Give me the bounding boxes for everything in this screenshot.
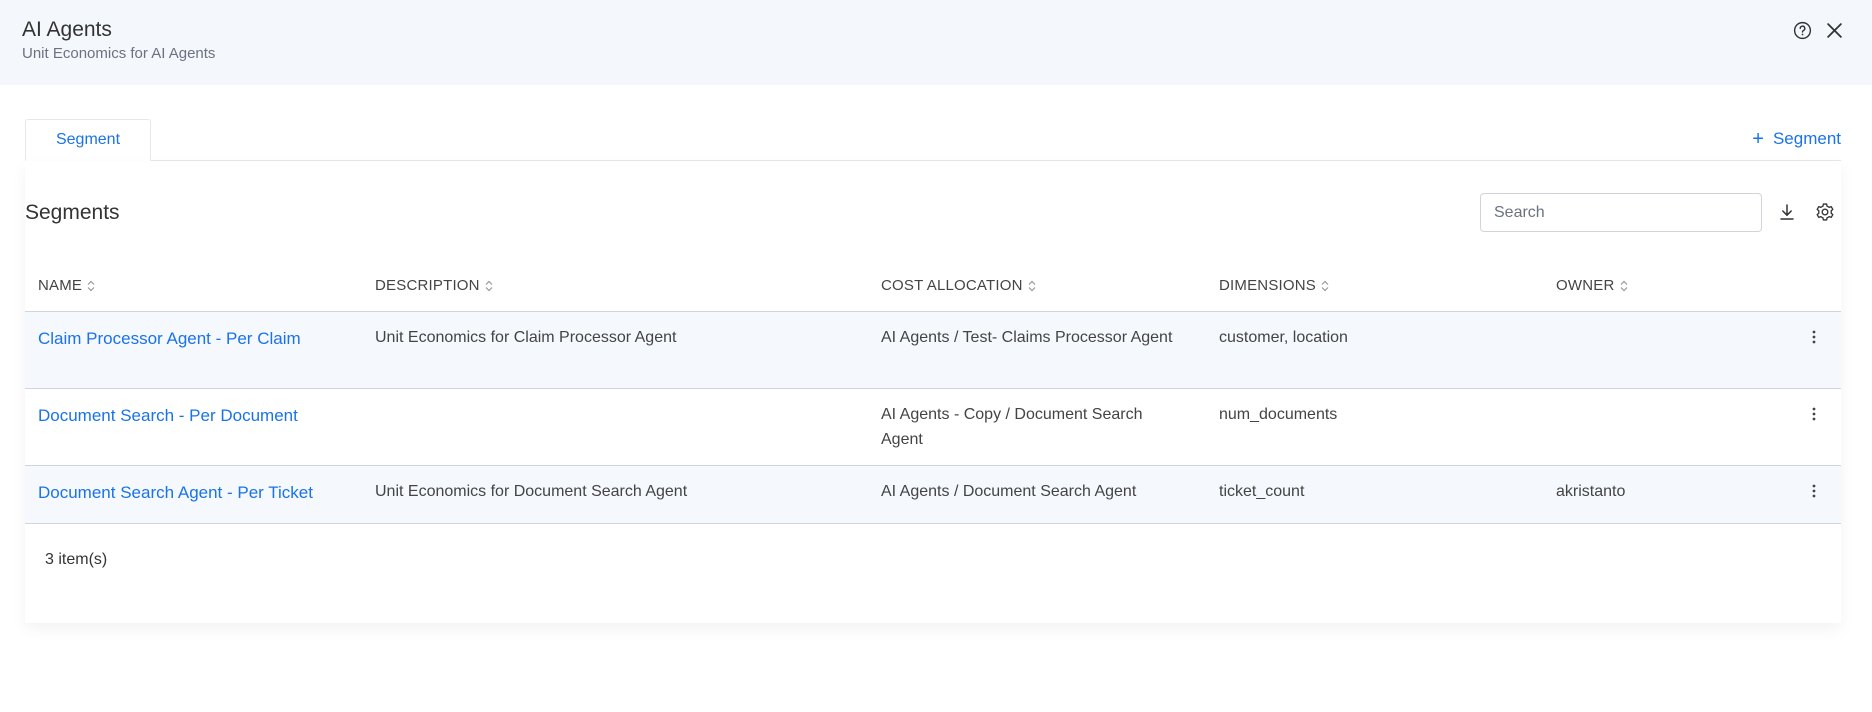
segment-description: Unit Economics for Claim Processor Agent: [375, 329, 677, 346]
table-header: NAME DESCRIPTION COST ALLOCATION DIMENSI…: [25, 259, 1841, 312]
row-actions-button[interactable]: [1804, 327, 1824, 347]
page-header: AI Agents Unit Economics for AI Agents: [0, 0, 1872, 85]
help-icon: [1793, 21, 1811, 39]
segment-name-link[interactable]: Claim Processor Agent - Per Claim: [38, 326, 301, 351]
table-row: Document Search Agent - Per Ticket Unit …: [25, 466, 1841, 524]
more-vertical-icon: [1812, 407, 1816, 421]
tab-segment[interactable]: Segment: [25, 119, 151, 161]
download-button[interactable]: [1776, 201, 1798, 223]
download-icon: [1780, 204, 1794, 220]
page-subtitle: Unit Economics for AI Agents: [22, 45, 216, 62]
tab-bar: Segment + Segment: [25, 119, 1841, 161]
segment-dimensions: ticket_count: [1219, 483, 1305, 500]
segments-card: Segments NAME DESCRIPTION COST ALLOCATIO…: [25, 161, 1841, 623]
more-vertical-icon: [1812, 484, 1816, 498]
segment-cost-allocation: AI Agents - Copy / Document Search Agent: [881, 406, 1143, 448]
settings-icon: [1816, 203, 1834, 221]
segments-title: Segments: [25, 201, 120, 224]
sort-icon: [1028, 280, 1036, 292]
segment-description: Unit Economics for Document Search Agent: [375, 483, 688, 500]
column-header-owner[interactable]: OWNER: [1556, 259, 1628, 312]
table-settings-button[interactable]: [1814, 201, 1836, 223]
column-header-cost-allocation[interactable]: COST ALLOCATION: [881, 259, 1036, 312]
search-input[interactable]: [1480, 193, 1762, 232]
column-header-dimensions[interactable]: DIMENSIONS: [1219, 259, 1329, 312]
row-actions-button[interactable]: [1804, 404, 1824, 424]
segment-owner: akristanto: [1556, 483, 1626, 500]
add-segment-label: Segment: [1772, 129, 1841, 148]
sort-icon: [1620, 280, 1628, 292]
segment-dimensions: num_documents: [1219, 406, 1338, 423]
segment-cost-allocation: AI Agents / Document Search Agent: [881, 483, 1137, 500]
sort-icon: [87, 280, 95, 292]
item-count: 3 item(s): [45, 551, 108, 568]
table-row: Claim Processor Agent - Per Claim Unit E…: [25, 312, 1841, 389]
segment-name-link[interactable]: Document Search Agent - Per Ticket: [38, 480, 313, 505]
table-row: Document Search - Per Document AI Agents…: [25, 389, 1841, 466]
row-actions-button[interactable]: [1804, 481, 1824, 501]
sort-icon: [485, 280, 493, 292]
column-header-name[interactable]: NAME: [38, 259, 95, 312]
page-title: AI Agents: [22, 18, 112, 41]
help-button[interactable]: [1791, 19, 1813, 41]
more-vertical-icon: [1812, 330, 1816, 344]
sort-icon: [1321, 280, 1329, 292]
plus-icon: +: [1752, 128, 1764, 150]
close-icon: [1826, 22, 1842, 38]
add-segment-button[interactable]: + Segment: [1752, 129, 1841, 149]
close-button[interactable]: [1823, 19, 1845, 41]
segment-dimensions: customer, location: [1219, 329, 1348, 346]
segment-cost-allocation: AI Agents / Test- Claims Processor Agent: [881, 329, 1173, 346]
segment-name-link[interactable]: Document Search - Per Document: [38, 403, 298, 428]
column-header-description[interactable]: DESCRIPTION: [375, 259, 493, 312]
